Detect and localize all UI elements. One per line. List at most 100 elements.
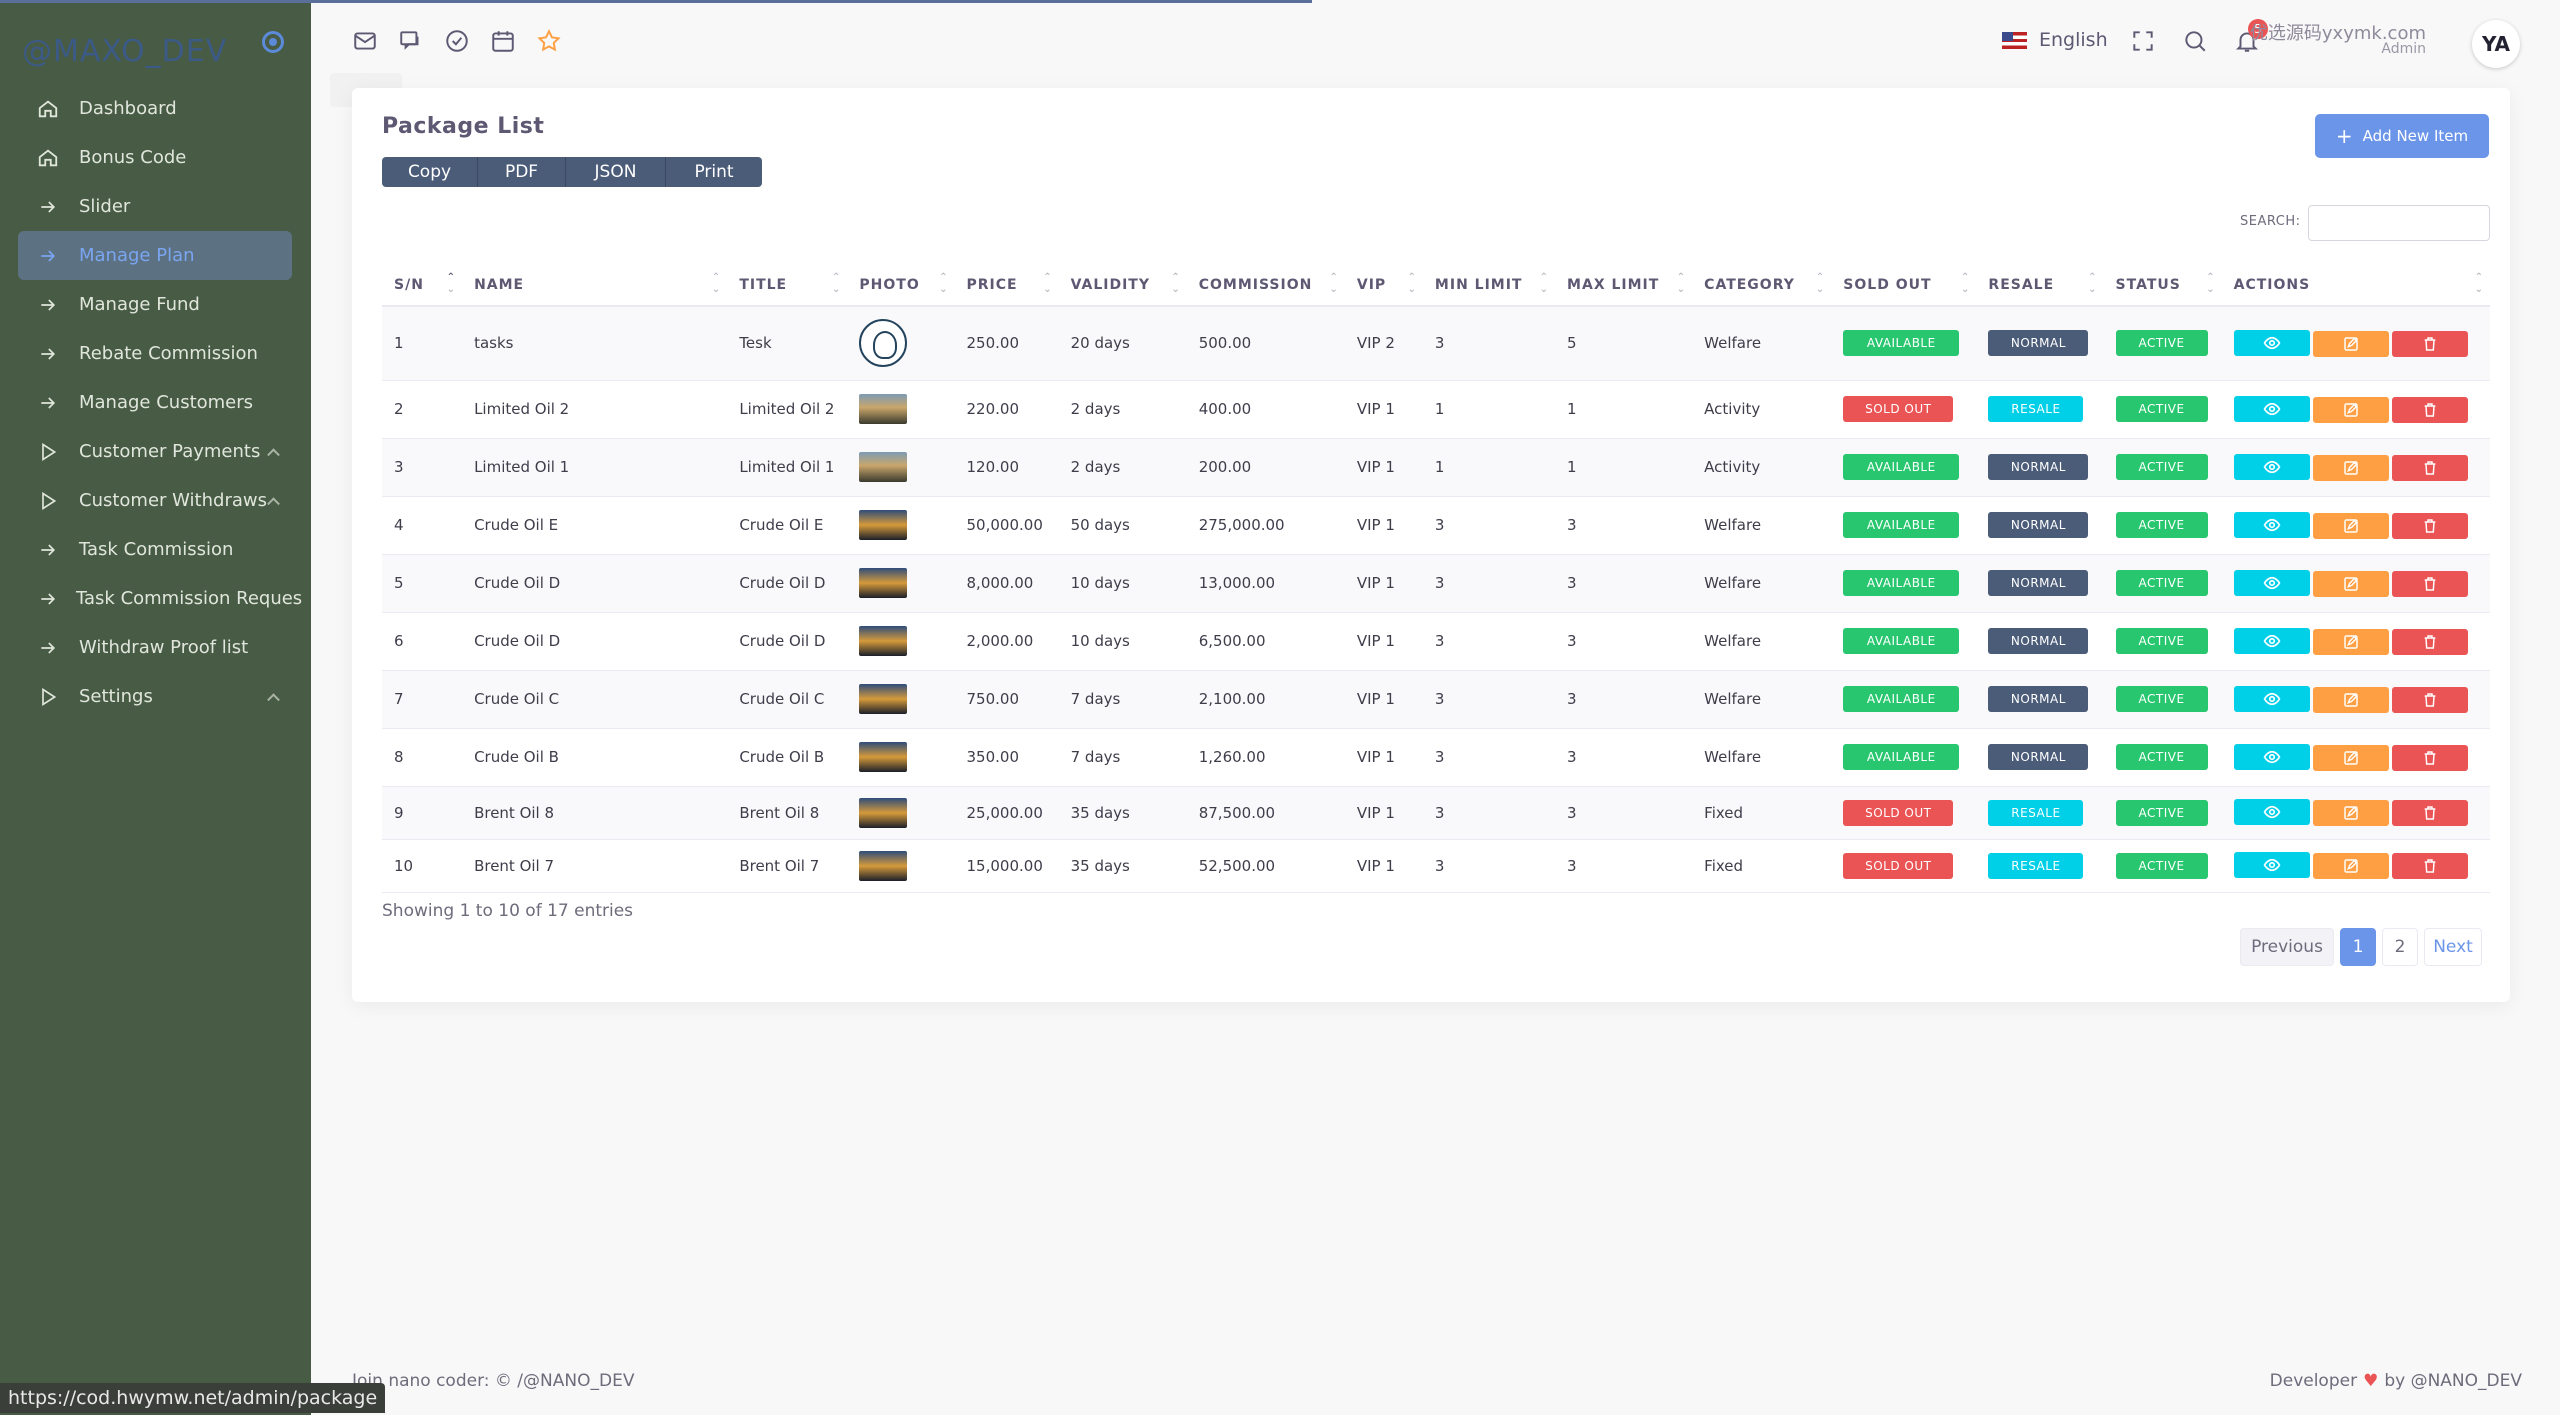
sidebar-item-task-commission[interactable]: Task Commission [18,525,292,574]
previous-page-button[interactable]: Previous [2240,928,2334,966]
page-1-button[interactable]: 1 [2340,928,2376,966]
sold-out-badge[interactable]: SOLD OUT [1843,799,1954,826]
sidebar-item-manage-fund[interactable]: Manage Fund [18,280,292,329]
resale-badge[interactable]: NORMAL [1988,512,2089,538]
view-button[interactable] [2233,329,2310,356]
delete-button[interactable] [2391,853,2468,879]
status-badge[interactable]: ACTIVE [2115,686,2208,712]
chat-icon[interactable] [398,28,424,54]
status-badge[interactable]: ACTIVE [2115,628,2208,654]
page-2-button[interactable]: 2 [2382,928,2418,966]
status-badge[interactable]: ACTIVE [2115,396,2208,422]
sidebar-toggle-icon[interactable] [262,31,284,53]
resale-badge[interactable]: RESALE [1988,799,2084,826]
column-header-status[interactable]: STATUS ⌃ ⌄ [2103,264,2222,307]
sold-out-badge[interactable]: AVAILABLE [1843,570,1960,596]
sidebar-item-slider[interactable]: Slider [18,182,292,231]
sold-out-badge[interactable]: SOLD OUT [1843,396,1954,422]
sidebar-item-task-commission-reques[interactable]: Task Commission Reques [18,574,302,623]
mail-icon[interactable] [352,28,378,54]
delete-button[interactable] [2391,800,2468,826]
brand-logo[interactable]: @MAXO_DEV [22,34,227,69]
next-page-button[interactable]: Next [2424,928,2482,966]
sold-out-badge[interactable]: AVAILABLE [1843,686,1960,712]
column-header-actions[interactable]: ACTIONS ⌃ ⌄ [2221,264,2490,307]
view-button[interactable] [2233,799,2310,825]
delete-button[interactable] [2391,454,2468,481]
column-header-commission[interactable]: COMMISSION ⌃ ⌄ [1186,264,1345,307]
sold-out-badge[interactable]: AVAILABLE [1843,330,1960,357]
avatar[interactable]: YA [2472,20,2520,68]
sidebar-item-bonus-code[interactable]: Bonus Code [18,133,292,182]
resale-badge[interactable]: RESALE [1988,396,2084,422]
sidebar-item-settings[interactable]: Settings [18,672,292,721]
star-icon[interactable] [536,28,562,54]
column-header-sold-out[interactable]: SOLD OUT ⌃ ⌄ [1831,264,1977,307]
column-header-s-n[interactable]: S/N ⌃ ⌄ [382,264,463,307]
check-circle-icon[interactable] [444,28,470,54]
sold-out-badge[interactable]: AVAILABLE [1843,744,1960,770]
fullscreen-icon[interactable] [2130,28,2156,54]
column-header-resale[interactable]: RESALE ⌃ ⌄ [1976,264,2104,307]
column-header-validity[interactable]: VALIDITY ⌃ ⌄ [1058,264,1187,307]
delete-button[interactable] [2391,512,2468,539]
status-badge[interactable]: ACTIVE [2115,744,2208,770]
sidebar-item-manage-customers[interactable]: Manage Customers [18,378,292,427]
sidebar-item-rebate-commission[interactable]: Rebate Commission [18,329,292,378]
status-badge[interactable]: ACTIVE [2115,330,2208,357]
delete-button[interactable] [2391,628,2468,655]
sold-out-badge[interactable]: AVAILABLE [1843,512,1960,538]
column-header-photo[interactable]: PHOTO ⌃ ⌄ [847,264,955,307]
status-badge[interactable]: ACTIVE [2115,512,2208,538]
view-button[interactable] [2233,511,2310,538]
status-badge[interactable]: ACTIVE [2115,799,2208,826]
column-header-max-limit[interactable]: MAX LIMIT ⌃ ⌄ [1555,264,1693,307]
view-button[interactable] [2233,627,2310,654]
sidebar-item-manage-plan[interactable]: Manage Plan [18,231,292,280]
column-header-category[interactable]: CATEGORY ⌃ ⌄ [1692,264,1832,307]
pdf-button[interactable]: PDF [478,157,566,187]
view-button[interactable] [2233,395,2310,422]
edit-button[interactable] [2312,628,2389,655]
sidebar-item-customer-payments[interactable]: Customer Payments [18,427,292,476]
sold-out-badge[interactable]: AVAILABLE [1843,454,1960,480]
delete-button[interactable] [2391,396,2468,423]
json-button[interactable]: JSON [566,157,666,187]
view-button[interactable] [2233,743,2310,770]
sidebar-item-dashboard[interactable]: Dashboard [18,84,292,133]
copy-button[interactable]: Copy [382,157,478,187]
view-button[interactable] [2233,569,2310,596]
column-header-title[interactable]: TITLE ⌃ ⌄ [727,264,848,307]
resale-badge[interactable]: NORMAL [1988,454,2089,480]
resale-badge[interactable]: RESALE [1988,852,2084,879]
view-button[interactable] [2233,852,2310,878]
edit-button[interactable] [2312,454,2389,481]
edit-button[interactable] [2312,853,2389,879]
delete-button[interactable] [2391,570,2468,597]
language-switcher[interactable]: English [2002,29,2108,51]
sidebar-item-withdraw-proof-list[interactable]: Withdraw Proof list [18,623,292,672]
view-button[interactable] [2233,685,2310,712]
resale-badge[interactable]: NORMAL [1988,628,2089,654]
status-badge[interactable]: ACTIVE [2115,852,2208,879]
print-button[interactable]: Print [666,157,762,187]
column-header-vip[interactable]: VIP ⌃ ⌄ [1344,264,1423,307]
calendar-icon[interactable] [490,28,516,54]
resale-badge[interactable]: NORMAL [1988,330,2089,357]
column-header-price[interactable]: PRICE ⌃ ⌄ [954,264,1059,307]
add-new-item-button[interactable]: + Add New Item [2315,114,2489,158]
status-badge[interactable]: ACTIVE [2115,570,2208,596]
sold-out-badge[interactable]: AVAILABLE [1843,628,1960,654]
edit-button[interactable] [2312,512,2389,539]
view-button[interactable] [2233,453,2310,480]
edit-button[interactable] [2312,330,2389,357]
edit-button[interactable] [2312,686,2389,713]
resale-badge[interactable]: NORMAL [1988,570,2089,596]
resale-badge[interactable]: NORMAL [1988,686,2089,712]
column-header-min-limit[interactable]: MIN LIMIT ⌃ ⌄ [1422,264,1556,307]
search-input[interactable] [2308,205,2490,241]
sold-out-badge[interactable]: SOLD OUT [1843,852,1954,879]
delete-button[interactable] [2391,330,2468,357]
edit-button[interactable] [2312,744,2389,771]
resale-badge[interactable]: NORMAL [1988,744,2089,770]
